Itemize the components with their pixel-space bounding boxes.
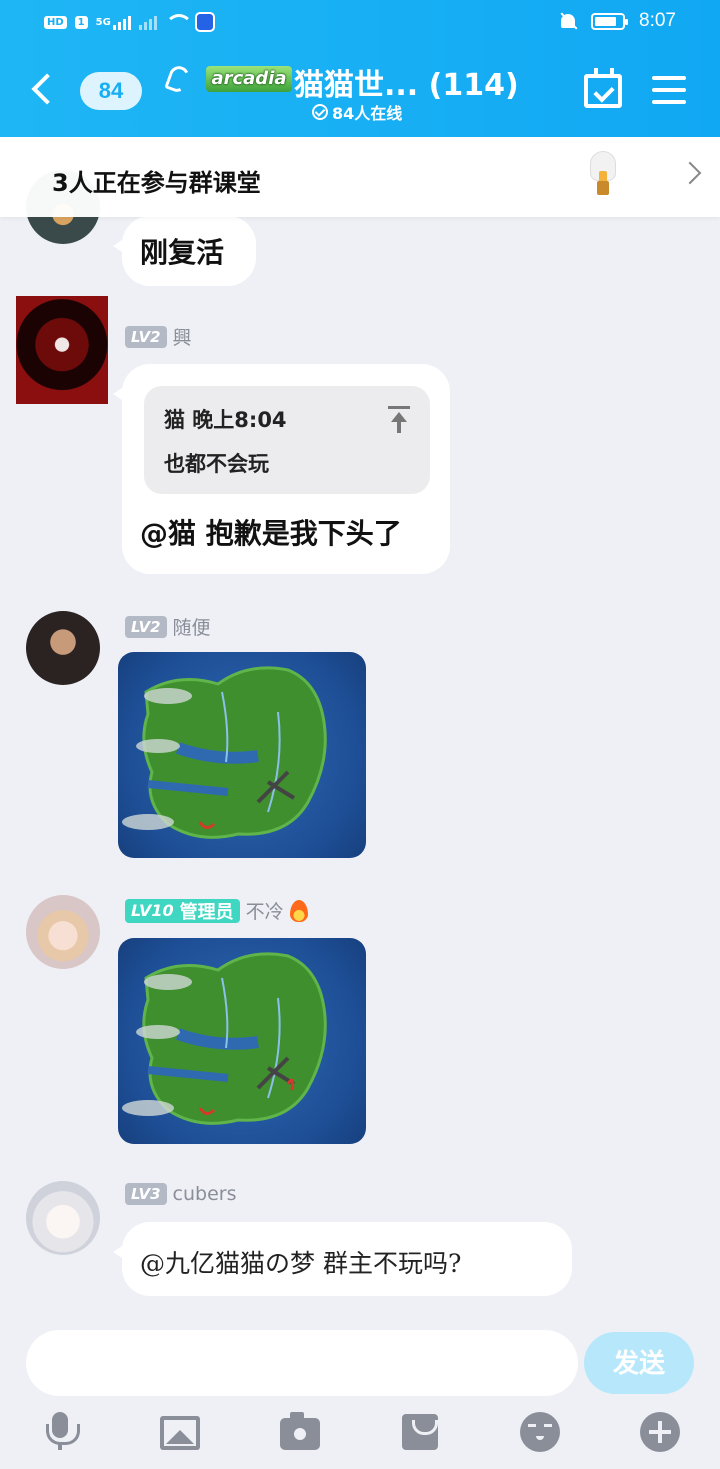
message-bubble[interactable]: @九亿猫猫の梦 群主不玩吗? <box>113 1222 572 1296</box>
level-badge: LV2 <box>125 325 167 348</box>
sender-name[interactable]: 不冷 <box>246 897 284 924</box>
sim-badge: 1 <box>74 15 88 29</box>
unread-count-badge[interactable]: 84 <box>80 72 142 110</box>
message-text: @猫 抱歉是我下头了 <box>140 517 402 550</box>
chat-header: HD 1 5G 8:07 84 arcadia 猫猫世... (114) 84人… <box>0 0 720 137</box>
status-left: HD 1 5G <box>44 12 215 32</box>
message-bubble[interactable]: 猫 晚上8:04 也都不会玩 @猫 抱歉是我下头了 <box>113 364 450 574</box>
message-text: @九亿猫猫の梦 群主不玩吗? <box>140 1249 462 1278</box>
sender-name[interactable]: cubers <box>173 1183 237 1205</box>
island-map-image[interactable] <box>118 938 366 1144</box>
quoted-reply[interactable]: 猫 晚上8:04 也都不会玩 <box>144 386 430 494</box>
sender-name[interactable]: 随便 <box>173 613 211 640</box>
message-bubble[interactable]: 刚复活 <box>113 216 256 286</box>
message-input[interactable] <box>26 1330 578 1396</box>
send-button[interactable]: 发送 <box>584 1332 694 1394</box>
island-map-image[interactable] <box>118 652 366 858</box>
arcadia-logo: arcadia <box>206 66 292 92</box>
plus-icon[interactable] <box>640 1412 680 1452</box>
quote-author-time: 猫 晚上8:04 <box>164 408 287 432</box>
emoji-icon[interactable] <box>520 1412 560 1452</box>
avatar[interactable] <box>26 895 100 969</box>
message-text: 刚复活 <box>140 236 225 269</box>
ear-icon[interactable] <box>164 63 192 95</box>
fire-icon <box>289 899 308 922</box>
calendar-check-icon[interactable] <box>584 68 622 108</box>
signal-2-icon <box>138 14 157 30</box>
role-label: 管理员 <box>179 901 234 923</box>
banner-text: 3人正在参与群课堂 <box>52 169 261 197</box>
network-label: 5G <box>95 16 111 28</box>
level-badge: LV3 <box>125 1183 167 1205</box>
check-circle-icon <box>312 104 328 120</box>
back-button[interactable] <box>28 72 56 108</box>
wifi-icon <box>164 14 193 30</box>
light-bulb-icon <box>590 151 616 201</box>
status-right: 8:07 <box>559 10 676 32</box>
mute-icon <box>559 12 577 30</box>
island-map-graphic <box>122 952 327 1125</box>
red-envelope-icon[interactable] <box>402 1414 438 1450</box>
composer-toolbar <box>0 1404 720 1469</box>
sender-info: LV2 随便 <box>125 613 211 640</box>
online-count: 84人在线 <box>332 104 403 123</box>
notification-app-icon <box>194 12 215 32</box>
avatar[interactable] <box>26 611 100 685</box>
menu-icon[interactable] <box>652 76 686 104</box>
sender-name[interactable]: 興 <box>173 323 192 350</box>
signal-icon <box>112 14 131 30</box>
sender-info: LV10 管理员 不冷 <box>125 897 308 924</box>
avatar[interactable] <box>16 296 108 404</box>
sender-info: LV3 cubers <box>125 1183 237 1205</box>
admin-badge: LV10 管理员 <box>125 898 240 923</box>
clock: 8:07 <box>639 10 676 31</box>
hd-badge: HD <box>44 15 67 29</box>
mic-icon[interactable] <box>40 1412 80 1452</box>
sender-info: LV2 興 <box>125 323 192 350</box>
quote-text: 也都不会玩 <box>164 452 269 476</box>
battery-icon <box>591 12 629 30</box>
status-bar: HD 1 5G 8:07 <box>0 0 720 44</box>
level-label: LV10 <box>131 901 174 920</box>
avatar[interactable] <box>26 1181 100 1255</box>
island-map-graphic <box>122 666 327 839</box>
camera-icon[interactable] <box>280 1412 320 1450</box>
group-classroom-banner[interactable]: 3人正在参与群课堂 <box>0 137 720 217</box>
online-status[interactable]: 84人在线 <box>312 100 402 124</box>
level-badge: LV2 <box>125 615 167 638</box>
group-title[interactable]: 猫猫世... (114) <box>294 60 519 104</box>
image-icon[interactable] <box>160 1416 200 1450</box>
